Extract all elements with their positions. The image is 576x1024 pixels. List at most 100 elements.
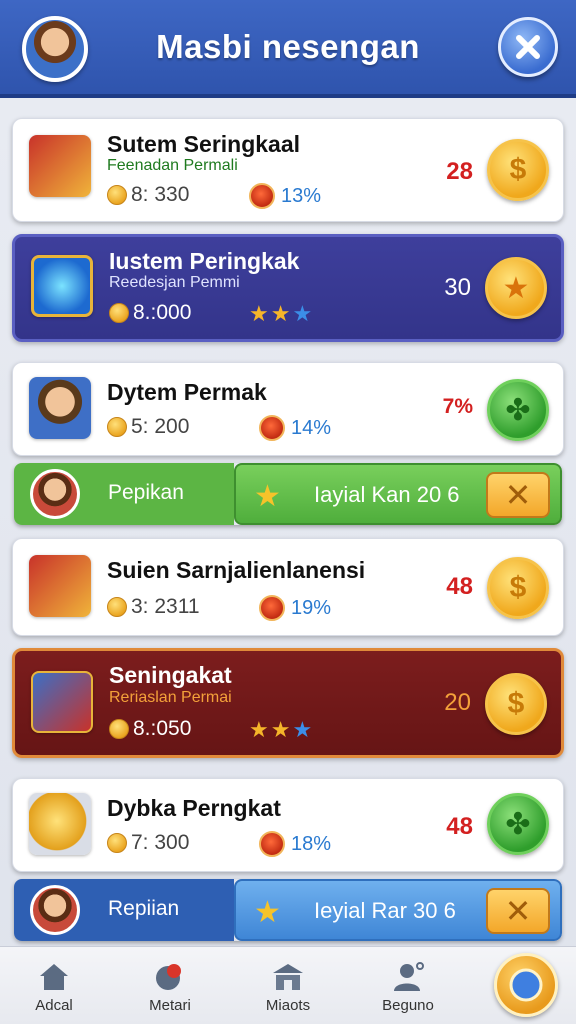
nav-item-adcal[interactable]: Adcal xyxy=(4,961,104,1014)
banner-reward-section: ★ Iayial Kan 20 6 ✕ xyxy=(234,463,562,525)
avatar xyxy=(30,469,80,519)
nav-label: Beguno xyxy=(382,997,434,1014)
list-item-highlighted[interactable]: Iustem Peringkak Reedesjan Pemmi 8.:000 … xyxy=(12,234,564,342)
coin-value: 8.:050 xyxy=(133,717,192,740)
coin-icon xyxy=(107,833,127,853)
dollar-icon: $ xyxy=(509,571,527,604)
item-thumbnail xyxy=(29,555,91,617)
coin-count: 8.:050 xyxy=(109,717,191,741)
coin-icon xyxy=(107,185,127,205)
list-item-highlighted[interactable]: Seningakat Reriaslan Permai 8.:050 ★ ★ ★… xyxy=(12,648,564,758)
leaf-button[interactable]: ✤ xyxy=(487,379,549,441)
star-icon: ★ xyxy=(254,896,281,929)
item-score: 20 xyxy=(444,689,471,716)
item-subtitle: Feenadan Permali xyxy=(107,157,238,174)
banner-label: Pepikan xyxy=(108,481,184,504)
player-avatar[interactable] xyxy=(22,16,88,82)
item-thumbnail xyxy=(31,255,93,317)
star-coin-button[interactable]: ★ xyxy=(485,257,547,319)
item-score: 30 xyxy=(444,274,471,301)
star-icon: ★ xyxy=(270,301,291,326)
shop-icon xyxy=(273,964,303,990)
home-icon xyxy=(40,964,68,990)
coin-value: 8.:000 xyxy=(133,301,192,324)
dismiss-button[interactable]: ✕ xyxy=(486,472,550,518)
item-title: Sutem Seringkaal xyxy=(107,131,301,157)
leaf-icon: ✤ xyxy=(505,807,531,841)
item-thumbnail xyxy=(29,793,91,855)
coin-value: 3: 2311 xyxy=(131,595,200,618)
banner-player-section: Pepikan xyxy=(14,463,234,525)
leaf-icon: ✤ xyxy=(505,393,531,427)
dollar-icon: $ xyxy=(509,153,527,186)
percent-stat: 13% xyxy=(249,183,321,209)
banner-text: Ieyial Rar 30 6 xyxy=(314,898,456,923)
banner-reward-section: ★ Ieyial Rar 30 6 ✕ xyxy=(234,879,562,941)
list-item[interactable]: Dytem Permak 5: 200 14% 7% ✤ xyxy=(12,362,564,456)
item-thumbnail xyxy=(31,671,93,733)
item-thumbnail xyxy=(29,135,91,197)
star-rating: ★ ★ ★ xyxy=(249,717,312,743)
percent-value: 13% xyxy=(281,184,322,207)
list-item[interactable]: Suien Sarnjalienlanensi 3: 2311 19% 48 $ xyxy=(12,538,564,636)
leaf-button[interactable]: ✤ xyxy=(487,793,549,855)
item-title: Seningakat xyxy=(109,662,232,688)
coin-icon xyxy=(109,303,129,323)
dollar-coin-button[interactable]: $ xyxy=(487,139,549,201)
star-icon: ★ xyxy=(254,480,281,513)
percent-value: 18% xyxy=(291,832,332,855)
coin-count: 7: 300 xyxy=(107,831,189,855)
star-icon: ★ xyxy=(292,301,313,326)
percent-value: 14% xyxy=(291,416,332,439)
coin-icon xyxy=(109,719,129,739)
percent-stat: 18% xyxy=(259,831,331,857)
star-icon: ★ xyxy=(249,717,269,742)
profile-icon xyxy=(394,962,424,991)
dollar-icon: $ xyxy=(507,687,525,720)
coin-count: 8: 330 xyxy=(107,183,189,207)
coin-value: 8: 330 xyxy=(131,183,190,206)
close-icon xyxy=(516,35,540,59)
percent-stat: 19% xyxy=(259,595,331,621)
percent-stat: 14% xyxy=(259,415,331,441)
star-icon: ★ xyxy=(249,301,269,326)
close-button[interactable] xyxy=(498,17,558,77)
list-item[interactable]: Dybka Perngkat 7: 300 18% 48 ✤ xyxy=(12,778,564,872)
coin-value: 5: 200 xyxy=(131,415,190,438)
item-score: 28 xyxy=(446,158,473,185)
item-subtitle: Reedesjan Pemmi xyxy=(109,274,240,291)
nav-label: Metari xyxy=(149,997,191,1014)
item-thumbnail xyxy=(29,377,91,439)
dollar-coin-button[interactable]: $ xyxy=(485,673,547,735)
item-score: 48 xyxy=(446,813,473,840)
nav-item-beguno[interactable]: Beguno xyxy=(358,961,458,1014)
nav-label: Miaots xyxy=(265,997,311,1014)
target-icon xyxy=(156,964,181,990)
dismiss-button[interactable]: ✕ xyxy=(486,888,550,934)
play-action-button[interactable] xyxy=(494,953,558,1017)
nav-item-miaots[interactable]: Miaots xyxy=(238,961,338,1014)
nav-label: Adcal xyxy=(35,997,73,1014)
coin-value: 7: 300 xyxy=(131,831,190,854)
fruit-icon xyxy=(259,595,285,621)
star-icon: ★ xyxy=(502,271,530,305)
bottom-navigation: Adcal Metari Miaots Beguno xyxy=(0,946,576,1024)
coin-count: 3: 2311 xyxy=(107,595,200,619)
promo-banner[interactable]: Repiian ★ Ieyial Rar 30 6 ✕ xyxy=(14,879,562,941)
promo-banner[interactable]: Pepikan ★ Iayial Kan 20 6 ✕ xyxy=(14,463,562,525)
star-icon: ★ xyxy=(270,717,291,742)
item-title: Iustem Peringkak xyxy=(109,248,300,274)
item-title: Dybka Perngkat xyxy=(107,795,281,821)
banner-text: Iayial Kan 20 6 xyxy=(314,482,460,507)
list-item[interactable]: Sutem Seringkaal Feenadan Permali 8: 330… xyxy=(12,118,564,222)
fruit-icon xyxy=(259,415,285,441)
compass-icon xyxy=(509,968,543,1002)
item-title: Suien Sarnjalienlanensi xyxy=(107,557,366,583)
dollar-coin-button[interactable]: $ xyxy=(487,557,549,619)
percent-value: 19% xyxy=(291,596,332,619)
banner-player-section: Repiian xyxy=(14,879,234,941)
nav-item-metari[interactable]: Metari xyxy=(120,961,220,1014)
header-bar: Masbi nesengan xyxy=(0,0,576,98)
coin-count: 8.:000 xyxy=(109,301,191,325)
item-subtitle: Reriaslan Permai xyxy=(109,689,232,706)
